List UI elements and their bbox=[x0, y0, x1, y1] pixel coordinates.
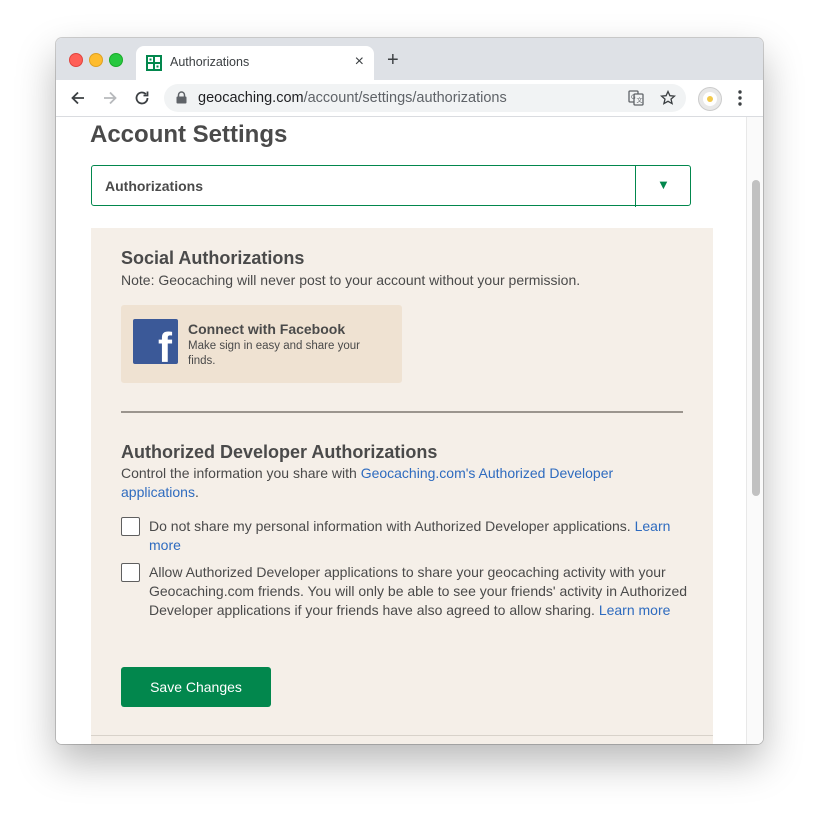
browser-toolbar: geocaching.com/account/settings/authoriz… bbox=[56, 80, 763, 117]
option-label: Do not share my personal information wit… bbox=[149, 518, 635, 534]
select-divider bbox=[635, 166, 636, 207]
svg-text:文: 文 bbox=[637, 97, 643, 105]
geocaching-favicon-icon bbox=[146, 55, 162, 71]
tab-strip: Authorizations × + bbox=[56, 38, 763, 80]
url-text: geocaching.com/account/settings/authoriz… bbox=[198, 90, 507, 106]
svg-text:G: G bbox=[631, 94, 636, 101]
forward-arrow-icon[interactable] bbox=[100, 88, 120, 108]
browser-window: Authorizations × + geocaching.com/accoun… bbox=[56, 38, 763, 744]
panel-bottom-border bbox=[91, 735, 713, 736]
social-heading: Social Authorizations bbox=[121, 248, 305, 268]
settings-section-select[interactable]: Authorizations ▼ bbox=[91, 165, 691, 207]
authorizations-panel: Social Authorizations Note: Geocaching w… bbox=[91, 228, 713, 744]
tab-close-icon[interactable]: × bbox=[355, 53, 364, 71]
tab-authorizations[interactable]: Authorizations × bbox=[136, 46, 374, 80]
developer-heading: Authorized Developer Authorizations bbox=[121, 442, 438, 462]
save-changes-button[interactable]: Save Changes bbox=[121, 667, 271, 707]
back-arrow-icon[interactable] bbox=[68, 88, 88, 108]
facebook-logo-letter: f bbox=[158, 324, 172, 364]
chevron-down-icon[interactable]: ▼ bbox=[657, 177, 670, 192]
facebook-icon: f bbox=[133, 319, 178, 364]
daisy-avatar-icon bbox=[703, 92, 717, 106]
option-text: Do not share my personal information wit… bbox=[149, 517, 689, 555]
bookmark-star-icon[interactable] bbox=[660, 90, 676, 106]
page-viewport: Account Settings Authorizations ▼ Social… bbox=[56, 117, 763, 744]
vertical-scrollbar[interactable] bbox=[746, 117, 763, 744]
minimize-window-button[interactable] bbox=[89, 53, 103, 67]
developer-intro: Control the information you share with G… bbox=[121, 464, 681, 502]
account-settings-page: Account Settings Authorizations ▼ Social… bbox=[56, 117, 746, 744]
more-menu-icon[interactable] bbox=[737, 89, 743, 107]
profile-avatar[interactable] bbox=[698, 87, 722, 111]
address-bar[interactable]: geocaching.com/account/settings/authoriz… bbox=[164, 84, 686, 112]
facebook-subtitle: Make sign in easy and share your finds. bbox=[188, 340, 360, 367]
facebook-title: Connect with Facebook bbox=[188, 321, 346, 337]
url-path: /account/settings/authorizations bbox=[303, 90, 507, 106]
maximize-window-button[interactable] bbox=[109, 53, 123, 67]
developer-intro-text: Control the information you share with bbox=[121, 465, 361, 481]
close-window-button[interactable] bbox=[69, 53, 83, 67]
do-not-share-checkbox[interactable] bbox=[121, 517, 140, 536]
option-text: Allow Authorized Developer applications … bbox=[149, 563, 689, 620]
learn-more-link[interactable]: Learn more bbox=[599, 602, 671, 618]
lock-icon bbox=[176, 91, 187, 104]
tab-title: Authorizations bbox=[170, 55, 250, 69]
social-note: Note: Geocaching will never post to your… bbox=[121, 272, 581, 288]
select-value: Authorizations bbox=[105, 178, 203, 194]
page-title: Account Settings bbox=[90, 121, 288, 148]
new-tab-button[interactable]: + bbox=[387, 50, 399, 70]
developer-intro-end: . bbox=[194, 484, 199, 500]
reload-icon[interactable] bbox=[132, 88, 152, 108]
section-divider bbox=[121, 411, 683, 413]
scrollbar-thumb[interactable] bbox=[752, 180, 760, 496]
allow-sharing-checkbox[interactable] bbox=[121, 563, 140, 582]
connect-facebook-button[interactable]: f Connect with Facebook Make sign in eas… bbox=[121, 305, 402, 383]
translate-icon[interactable]: G 文 bbox=[628, 90, 644, 106]
url-host: geocaching.com bbox=[198, 90, 304, 106]
